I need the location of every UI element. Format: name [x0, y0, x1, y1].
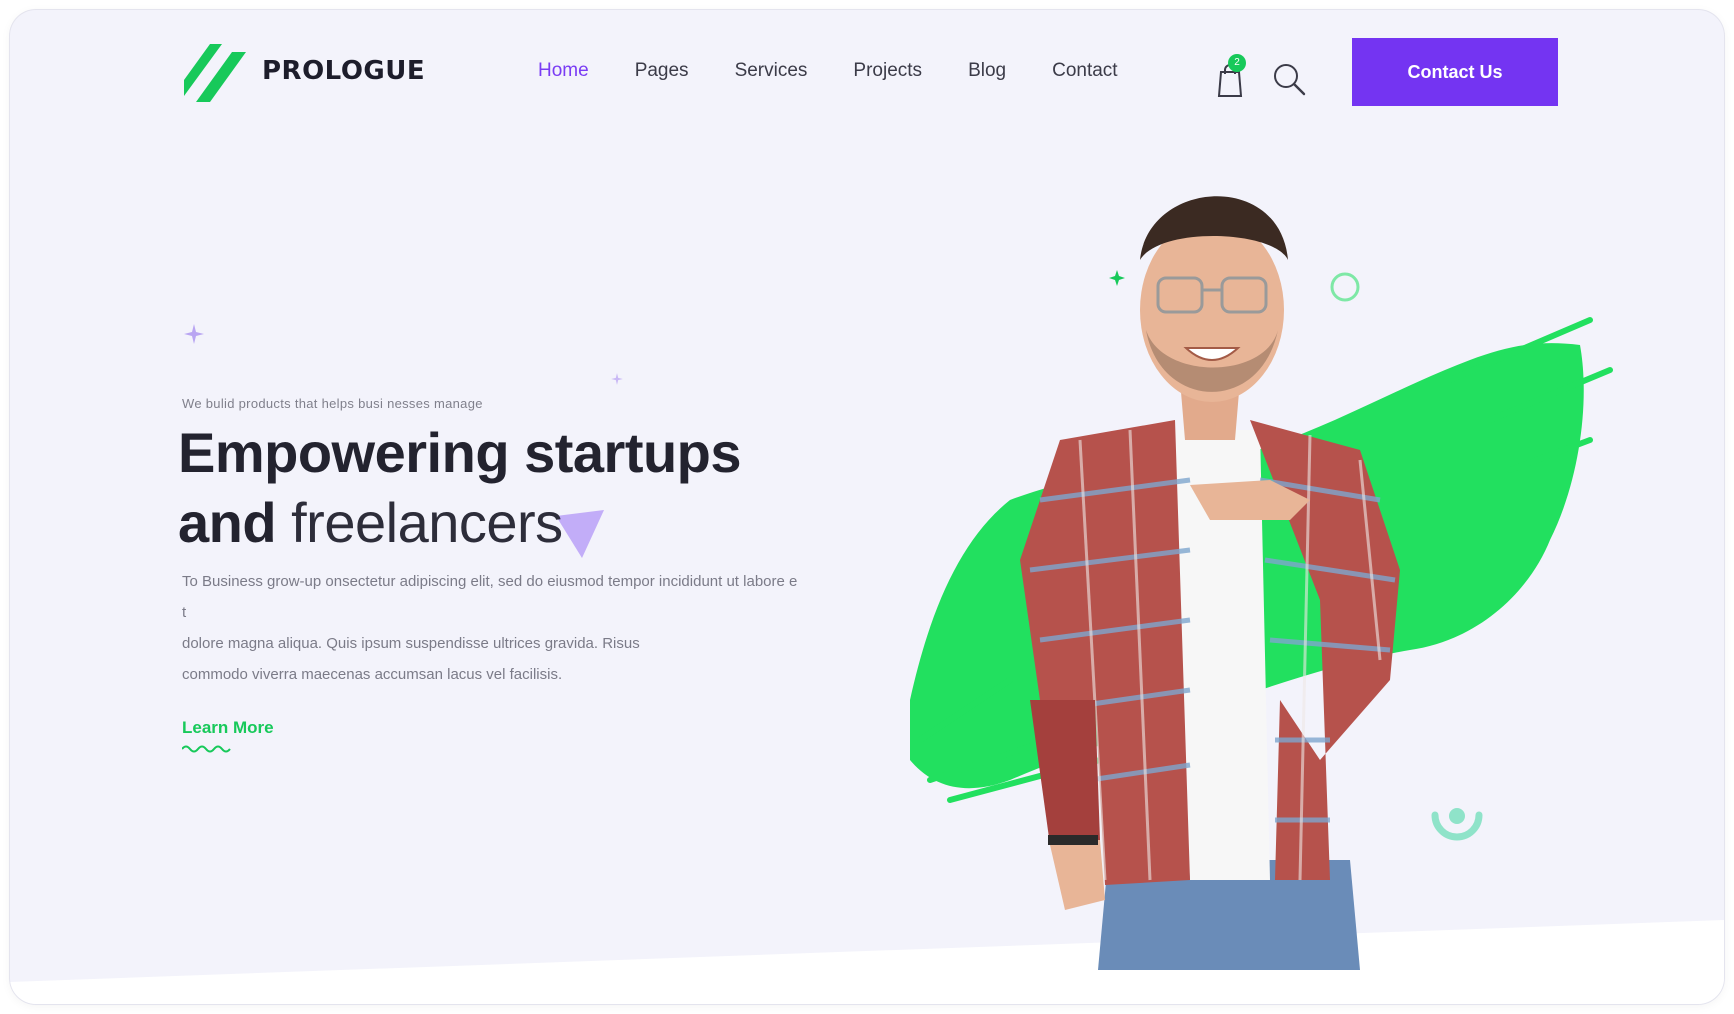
hero-description-line: t	[182, 604, 187, 621]
sparkle-icon	[184, 324, 204, 344]
hero-description-line: commodo viverra maecenas accumsan lacus …	[182, 666, 563, 683]
person-figure	[1020, 196, 1400, 970]
hero-description-line: dolore magna aliqua. Quis ipsum suspendi…	[182, 635, 640, 652]
cart-button[interactable]: 2	[1212, 54, 1252, 100]
search-button[interactable]	[1272, 62, 1308, 98]
sparkle-icon	[1109, 270, 1125, 286]
hero-person-illustration	[910, 196, 1613, 970]
contact-us-button[interactable]: Contact Us	[1352, 38, 1558, 106]
headline-line1: Empowering startups	[178, 421, 742, 484]
nav-contact[interactable]: Contact	[1052, 60, 1117, 82]
main-nav: Home Pages Services Projects Blog Contac…	[538, 60, 1164, 82]
ring-icon	[1330, 272, 1360, 302]
nav-blog[interactable]: Blog	[968, 60, 1006, 82]
brand-name: PROLOGUE	[262, 56, 426, 86]
hero-description-line: To Business grow-up onsectetur adipiscin…	[182, 573, 798, 590]
nav-home[interactable]: Home	[538, 60, 589, 82]
hero-eyebrow: We bulid products that helps busi nesses…	[182, 396, 483, 411]
hero-description: To Business grow-up onsectetur adipiscin…	[182, 566, 882, 690]
logo-mark-icon	[184, 44, 246, 102]
search-icon	[1274, 64, 1306, 96]
wavy-underline-icon	[182, 745, 231, 753]
sparkle-icon	[611, 373, 623, 385]
cart-count-badge: 2	[1228, 54, 1246, 72]
nav-pages[interactable]: Pages	[635, 60, 689, 82]
hero-headline: Empowering startups and freelancers	[178, 418, 742, 558]
nav-services[interactable]: Services	[735, 60, 808, 82]
headline-freelancers: freelancers	[291, 491, 563, 554]
nav-projects[interactable]: Projects	[853, 60, 922, 82]
browser-frame: PROLOGUE Home Pages Services Projects Bl…	[10, 10, 1724, 1004]
headline-and: and	[178, 491, 277, 554]
learn-more-link[interactable]: Learn More	[182, 718, 274, 738]
brand-logo[interactable]: PROLOGUE	[182, 36, 425, 106]
